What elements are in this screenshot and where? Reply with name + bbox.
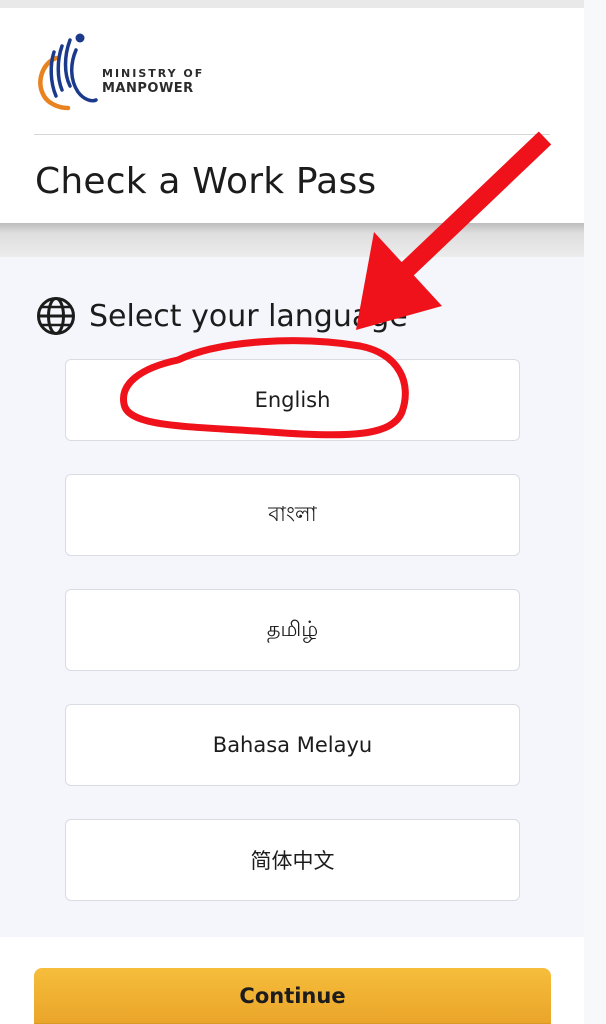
mom-logo[interactable]: MINISTRY OF MANPOWER <box>34 30 214 120</box>
mom-logo-icon <box>38 33 98 111</box>
logo-line-2: MANPOWER <box>102 81 194 96</box>
continue-button[interactable]: Continue <box>34 968 551 1024</box>
right-edge-strip <box>584 0 606 1024</box>
language-option-malay[interactable]: Bahasa Melayu <box>65 704 520 786</box>
language-option-tamil[interactable]: தமிழ் <box>65 589 520 671</box>
language-heading: Select your language <box>35 294 408 338</box>
header-divider <box>34 134 550 135</box>
language-option-bengali[interactable]: বাংলা <box>65 474 520 556</box>
globe-icon <box>37 297 75 335</box>
logo-line-1: MINISTRY OF <box>102 67 205 80</box>
language-heading-text: Select your language <box>89 298 408 334</box>
language-option-english[interactable]: English <box>65 359 520 441</box>
logo-text: MINISTRY OF MANPOWER <box>102 66 204 96</box>
page-header: MINISTRY OF MANPOWER Check a Work Pass <box>0 8 584 223</box>
header-shadow <box>0 223 584 257</box>
top-strip <box>0 0 606 8</box>
language-option-chinese[interactable]: 简体中文 <box>65 819 520 901</box>
page-title: Check a Work Pass <box>35 161 377 202</box>
